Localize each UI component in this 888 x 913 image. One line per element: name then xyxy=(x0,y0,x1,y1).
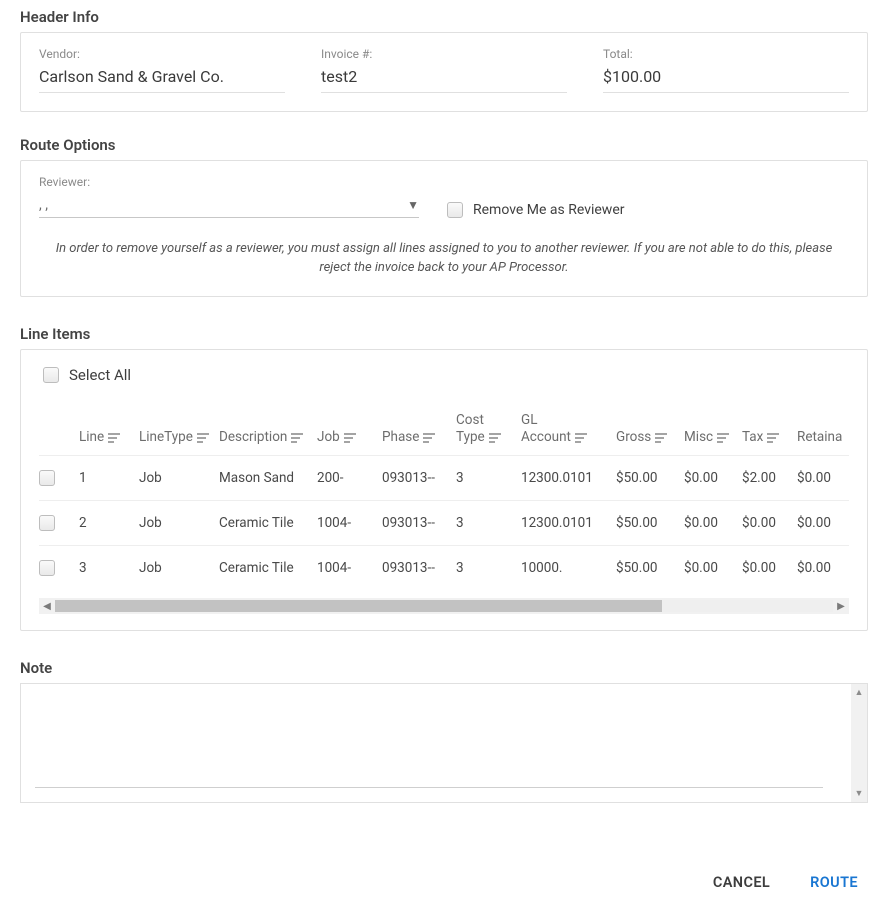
cell-phase: 093013-- xyxy=(382,560,456,576)
sort-icon xyxy=(197,433,209,443)
sort-icon xyxy=(291,433,303,443)
cell-tax: $0.00 xyxy=(742,515,797,531)
vendor-value: Carlson Sand & Gravel Co. xyxy=(39,65,285,93)
row-checkbox[interactable] xyxy=(39,470,55,486)
route-options-panel: Reviewer: , , ▼ Remove Me as Reviewer In… xyxy=(20,160,868,297)
row-checkbox[interactable] xyxy=(39,515,55,531)
cell-job: 1004- xyxy=(317,515,382,531)
chevron-down-icon: ▼ xyxy=(407,198,419,212)
table-row: 2JobCeramic Tile1004-093013--312300.0101… xyxy=(39,500,849,545)
cell-tax: $2.00 xyxy=(742,470,797,486)
col-glaccount[interactable]: GL Account xyxy=(521,412,616,446)
cell-gross: $50.00 xyxy=(616,515,684,531)
col-linetype[interactable]: LineType xyxy=(139,429,219,446)
cell-retainage: $0.00 xyxy=(797,560,849,576)
line-items-grid: Line LineType Description Job Phase Cost… xyxy=(39,404,849,615)
invoice-label: Invoice #: xyxy=(321,47,567,61)
col-phase[interactable]: Phase xyxy=(382,429,456,446)
col-line[interactable]: Line xyxy=(79,429,139,446)
sort-icon xyxy=(575,433,587,443)
select-all-label: Select All xyxy=(69,366,131,384)
total-label: Total: xyxy=(603,47,849,61)
cell-phase: 093013-- xyxy=(382,515,456,531)
cell-phase: 093013-- xyxy=(382,470,456,486)
cell-misc: $0.00 xyxy=(684,470,742,486)
cell-costtype: 3 xyxy=(456,515,521,531)
cell-description: Mason Sand xyxy=(219,470,317,486)
cell-linetype: Job xyxy=(139,560,219,576)
cell-linetype: Job xyxy=(139,470,219,486)
col-gross[interactable]: Gross xyxy=(616,429,684,446)
cell-costtype: 3 xyxy=(456,470,521,486)
cell-description: Ceramic Tile xyxy=(219,515,317,531)
sort-icon xyxy=(767,433,779,443)
row-checkbox[interactable] xyxy=(39,560,55,576)
total-value: $100.00 xyxy=(603,65,849,93)
sort-icon xyxy=(108,433,120,443)
note-vertical-scrollbar[interactable]: ▲ ▼ xyxy=(851,684,867,802)
cell-misc: $0.00 xyxy=(684,560,742,576)
sort-icon xyxy=(344,433,356,443)
cell-retainage: $0.00 xyxy=(797,470,849,486)
vendor-label: Vendor: xyxy=(39,47,285,61)
col-job[interactable]: Job xyxy=(317,429,382,446)
cell-line: 1 xyxy=(79,470,139,486)
header-info-panel: Vendor: Carlson Sand & Gravel Co. Invoic… xyxy=(20,32,868,112)
cell-glaccount: 12300.0101 xyxy=(521,515,616,531)
line-items-title: Line Items xyxy=(20,317,868,349)
cell-retainage: $0.00 xyxy=(797,515,849,531)
cell-costtype: 3 xyxy=(456,560,521,576)
sort-icon xyxy=(717,433,729,443)
sort-icon xyxy=(489,433,501,443)
line-items-panel: Select All Line LineType Description Job… xyxy=(20,349,868,632)
cell-glaccount: 10000. xyxy=(521,560,616,576)
sort-icon xyxy=(423,433,435,443)
route-button[interactable]: ROUTE xyxy=(810,874,858,891)
remove-me-checkbox[interactable] xyxy=(447,202,463,218)
col-tax[interactable]: Tax xyxy=(742,429,797,446)
table-row: 3JobCeramic Tile1004-093013--310000.$50.… xyxy=(39,545,849,590)
cell-linetype: Job xyxy=(139,515,219,531)
cell-tax: $0.00 xyxy=(742,560,797,576)
table-row: 1JobMason Sand200-093013--312300.0101$50… xyxy=(39,455,849,500)
cell-glaccount: 12300.0101 xyxy=(521,470,616,486)
route-options-help-text: In order to remove yourself as a reviewe… xyxy=(39,240,849,278)
route-options-title: Route Options xyxy=(20,128,868,160)
scroll-left-icon[interactable]: ◀ xyxy=(39,601,55,612)
scroll-right-icon[interactable]: ▶ xyxy=(833,601,849,612)
note-title: Note xyxy=(20,651,868,683)
grid-horizontal-scrollbar[interactable]: ◀ ▶ xyxy=(39,598,849,614)
reviewer-select[interactable]: , , ▼ xyxy=(39,193,419,218)
cell-line: 2 xyxy=(79,515,139,531)
col-description[interactable]: Description xyxy=(219,429,317,446)
col-misc[interactable]: Misc xyxy=(684,429,742,446)
sort-icon xyxy=(655,433,667,443)
scroll-down-icon[interactable]: ▼ xyxy=(855,785,864,802)
cancel-button[interactable]: CANCEL xyxy=(713,874,770,891)
cell-gross: $50.00 xyxy=(616,560,684,576)
select-all-checkbox[interactable] xyxy=(43,367,59,383)
reviewer-value: , , xyxy=(39,197,48,213)
reviewer-label: Reviewer: xyxy=(39,175,419,189)
cell-job: 1004- xyxy=(317,560,382,576)
cell-job: 200- xyxy=(317,470,382,486)
invoice-value: test2 xyxy=(321,65,567,93)
cell-description: Ceramic Tile xyxy=(219,560,317,576)
col-retainage[interactable]: Retaina xyxy=(797,429,849,446)
note-panel: ▲ ▼ xyxy=(20,683,868,803)
remove-me-label: Remove Me as Reviewer xyxy=(473,202,625,218)
note-textarea[interactable] xyxy=(21,684,851,802)
col-costtype[interactable]: Cost Type xyxy=(456,412,521,446)
cell-misc: $0.00 xyxy=(684,515,742,531)
cell-gross: $50.00 xyxy=(616,470,684,486)
header-info-title: Header Info xyxy=(20,0,868,32)
cell-line: 3 xyxy=(79,560,139,576)
scroll-up-icon[interactable]: ▲ xyxy=(855,684,864,701)
